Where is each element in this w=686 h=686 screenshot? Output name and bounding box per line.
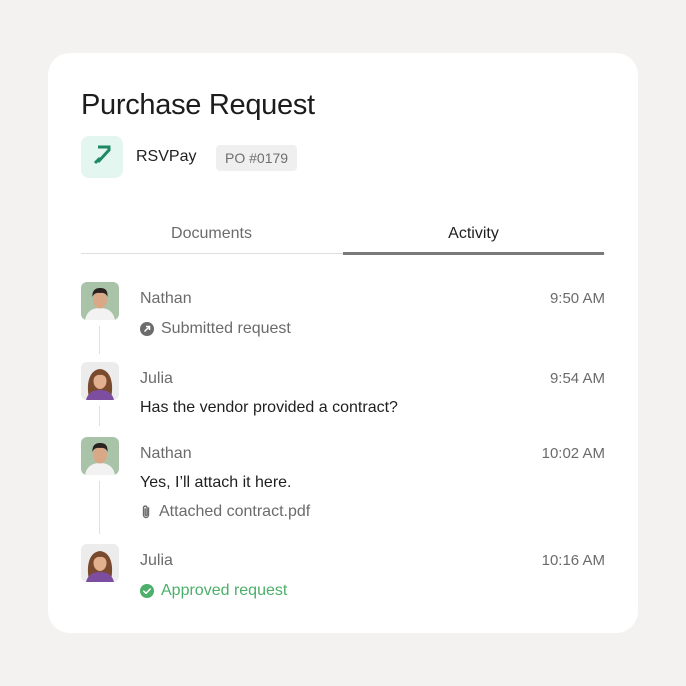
attachment-link[interactable]: Attached contract.pdf xyxy=(140,503,310,521)
activity-item: Nathan 9:50 AM Submitted request xyxy=(81,282,605,354)
activity-line: Submitted request xyxy=(140,320,291,338)
activity-line: Yes, I’ll attach it here. xyxy=(140,474,292,492)
avatar xyxy=(81,362,119,400)
activity-line: Approved request xyxy=(140,582,287,600)
activity-author: Nathan xyxy=(140,445,192,462)
activity-author: Nathan xyxy=(140,290,192,307)
timeline-connector xyxy=(99,406,100,426)
activity-author: Julia xyxy=(140,552,173,569)
activity-text: Yes, I’ll attach it here. xyxy=(140,474,292,491)
check-circle-icon xyxy=(140,584,154,598)
arrow-up-right-icon xyxy=(91,144,113,171)
activity-item: Julia 10:16 AM Approved request xyxy=(81,544,605,604)
activity-time: 10:16 AM xyxy=(541,552,605,569)
avatar xyxy=(81,437,119,475)
activity-item: Julia 9:54 AM Has the vendor provided a … xyxy=(81,362,605,426)
activity-text: Has the vendor provided a contract? xyxy=(140,399,398,416)
paperclip-icon xyxy=(140,504,152,520)
activity-time: 10:02 AM xyxy=(541,445,605,462)
submit-arrow-icon xyxy=(140,322,154,336)
activity-text: Approved request xyxy=(161,582,288,599)
tab-bar: Documents Activity xyxy=(81,220,605,255)
purchase-request-card: Purchase Request RSVPay PO #0179 Documen… xyxy=(48,53,638,633)
page-title: Purchase Request xyxy=(81,89,315,121)
timeline-connector xyxy=(99,326,100,354)
activity-text: Submitted request xyxy=(161,320,291,337)
activity-item: Nathan 10:02 AM Yes, I’ll attach it here… xyxy=(81,437,605,534)
attachment-text: Attached contract.pdf xyxy=(159,503,311,520)
activity-author: Julia xyxy=(140,370,173,387)
avatar xyxy=(81,282,119,320)
tab-documents[interactable]: Documents xyxy=(81,220,342,254)
tab-activity[interactable]: Activity xyxy=(343,220,604,255)
activity-line: Has the vendor provided a contract? xyxy=(140,399,398,417)
po-number-badge: PO #0179 xyxy=(216,145,298,171)
activity-time: 9:50 AM xyxy=(549,290,605,307)
avatar xyxy=(81,544,119,582)
activity-time: 9:54 AM xyxy=(549,370,605,387)
timeline-connector xyxy=(99,481,100,534)
vendor-logo xyxy=(81,136,123,178)
vendor-name: RSVPay xyxy=(136,148,197,165)
